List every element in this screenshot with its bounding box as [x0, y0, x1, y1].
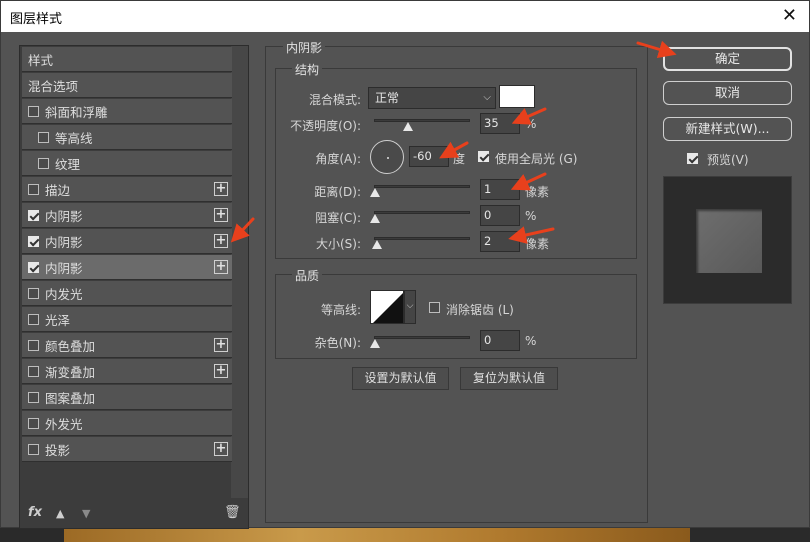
arrow-to-inner-shadow [230, 217, 255, 243]
annotation-arrows [230, 40, 677, 244]
arrow-to-distance [510, 172, 547, 191]
arrow-to-size [508, 226, 555, 244]
arrow-to-opacity [511, 107, 547, 125]
arrow-to-angle [439, 141, 469, 159]
background-photo [0, 528, 810, 542]
layer-style-dialog: 图层样式 ✕ 样式 混合选项 斜面和浮雕 等高线 纹理 描边 + 内阴影 + 内阴影 + 内阴影 +… [0, 0, 810, 529]
arrow-to-ok [636, 40, 677, 59]
